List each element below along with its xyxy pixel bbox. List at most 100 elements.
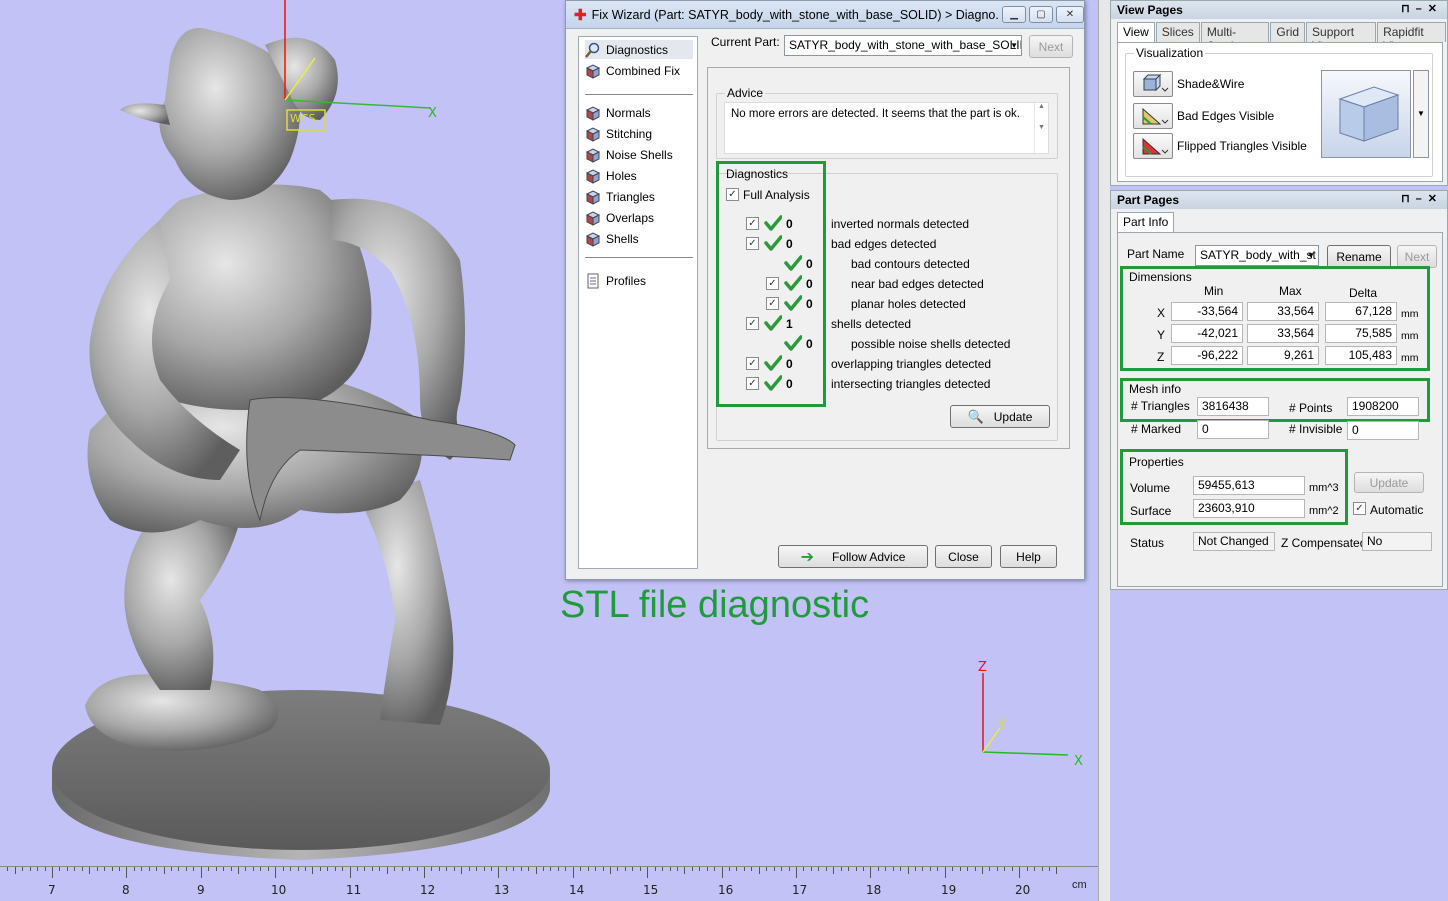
ruler-tick [119,867,120,871]
axis-z-label: Z [978,660,987,675]
diag-row-count: 0 [786,217,793,231]
maximize-button[interactable]: ▢ [1029,6,1054,23]
nav-separator [585,257,693,258]
diag-row-checkbox[interactable]: ✓ [746,357,759,370]
tab-part-info[interactable]: Part Info [1117,212,1175,232]
surface-unit: mm^2 [1309,505,1339,517]
ruler-tick [178,867,179,871]
view-cube-dropdown[interactable]: ▼ [1413,70,1429,158]
close-button[interactable]: Close [935,545,992,568]
magnifier-icon: 🔍 [967,408,984,424]
ruler-tick [856,867,857,871]
dialog-title: Fix Wizard (Part: SATYR_body_with_stone_… [591,7,1000,22]
ruler-tick [736,867,737,871]
nav-item-normals[interactable]: Normals [585,103,693,122]
green-check-icon [764,315,783,331]
nav-item-overlaps[interactable]: Overlaps [585,208,693,227]
ruler-tick [164,867,165,874]
green-check-icon [784,295,803,311]
dim-header-min: Min [1204,284,1224,298]
properties-update-button[interactable]: Update [1354,472,1424,493]
follow-advice-button[interactable]: ➔ Follow Advice [778,545,928,568]
ruler-tick [305,867,306,871]
panel-controls-icon[interactable]: ⊓–✕ [1401,2,1443,15]
bad-edges-button[interactable] [1133,103,1173,129]
ruler-tick [1027,867,1028,871]
nav-item-shells[interactable]: Shells [585,229,693,248]
ruler-tick [789,867,790,871]
tab-support-view[interactable]: Support View [1306,22,1377,53]
wcs-tag: WCS [290,112,316,125]
help-button[interactable]: Help [1000,545,1057,568]
green-check-icon [784,335,803,351]
rename-button[interactable]: Rename [1327,245,1391,268]
ruler-tick [97,867,98,871]
tab-grid[interactable]: Grid [1270,22,1306,42]
full-analysis-label: Full Analysis [743,188,810,202]
nav-item-noise-shells[interactable]: Noise Shells [585,145,693,164]
ruler-label: 11 [346,883,362,897]
invisible-label: # Invisible [1289,422,1343,436]
ruler-tick [260,867,261,871]
advice-scrollbar[interactable]: ▲ ▼ [1034,103,1048,153]
document-icon [585,273,601,289]
ruler-tick [684,867,685,874]
nav-item-holes[interactable]: Holes [585,166,693,185]
diag-row-checkbox[interactable]: ✓ [746,377,759,390]
ruler-tick [1042,867,1043,871]
advice-text-box[interactable]: No more errors are detected. It seems th… [724,102,1049,154]
next-button[interactable]: Next [1029,35,1073,58]
nav-item-label: Combined Fix [606,63,681,78]
nav-item-profiles[interactable]: Profiles [585,271,693,290]
flipped-triangles-button[interactable] [1133,133,1173,159]
ruler-tick [112,867,113,871]
tab-rapidfit-view[interactable]: Rapidfit View [1377,22,1446,53]
nav-item-label: Diagnostics [606,42,669,57]
ruler-tick [74,867,75,871]
dim-axis-label: Z [1157,350,1165,364]
nav-item-stitching[interactable]: Stitching [585,124,693,143]
full-analysis-checkbox[interactable]: ✓ [726,188,739,201]
automatic-checkbox[interactable]: ✓ [1353,502,1366,515]
ruler-tick [759,867,760,874]
ruler-tick [595,867,596,871]
ruler-tick [268,867,269,871]
tab-view[interactable]: View [1117,22,1155,42]
panel-controls-icon[interactable]: ⊓–✕ [1401,192,1443,205]
tab-multi-section[interactable]: Multi-Section [1200,22,1270,53]
surface-value: 23603,910 [1193,499,1305,518]
dim-header-delta: Delta [1349,286,1378,300]
dialog-titlebar[interactable]: ✚ Fix Wizard (Part: SATYR_body_with_ston… [566,1,1084,29]
part-name-select[interactable]: SATYR_body_with_st ▼ [1195,245,1319,266]
properties-title: Properties [1129,455,1184,469]
ruler-tick [870,867,871,878]
nav-item-triangles[interactable]: Triangles [585,187,693,206]
nav-item-diagnostics[interactable]: Diagnostics [585,40,693,59]
diag-row-count: 1 [786,317,793,331]
current-part-select[interactable]: SATYR_body_with_stone_with_base_SOLID ▼ [784,35,1022,56]
update-button[interactable]: 🔍 Update [950,405,1050,428]
ruler-tick [439,867,440,871]
diag-row-checkbox[interactable]: ✓ [746,217,759,230]
close-window-button[interactable]: ✕ [1056,6,1084,23]
arrow-right-icon: ➔ [800,548,815,566]
surface-label: Surface [1130,504,1172,518]
shade-wire-button[interactable] [1133,71,1173,97]
ruler-tick [417,867,418,871]
marked-value: 0 [1197,420,1269,439]
flipped-triangle-icon [1142,137,1169,155]
minimize-button[interactable]: ▁ [1002,6,1027,23]
diag-row-checkbox[interactable]: ✓ [746,317,759,330]
ruler-tick [149,867,150,871]
diag-row-checkbox[interactable]: ✓ [766,297,779,310]
ruler-tick [15,867,16,874]
part-name-value: SATYR_body_with_st [1200,248,1316,262]
part-next-button[interactable]: Next [1397,245,1437,268]
diag-row-checkbox[interactable]: ✓ [766,277,779,290]
nav-item-combined-fix[interactable]: Combined Fix [585,61,693,80]
diag-row-checkbox[interactable]: ✓ [746,237,759,250]
tab-slices[interactable]: Slices [1155,22,1200,42]
ruler-tick [573,867,574,878]
view-cube-preview[interactable] [1321,70,1411,158]
advice-text: No more errors are detected. It seems th… [731,108,1020,120]
